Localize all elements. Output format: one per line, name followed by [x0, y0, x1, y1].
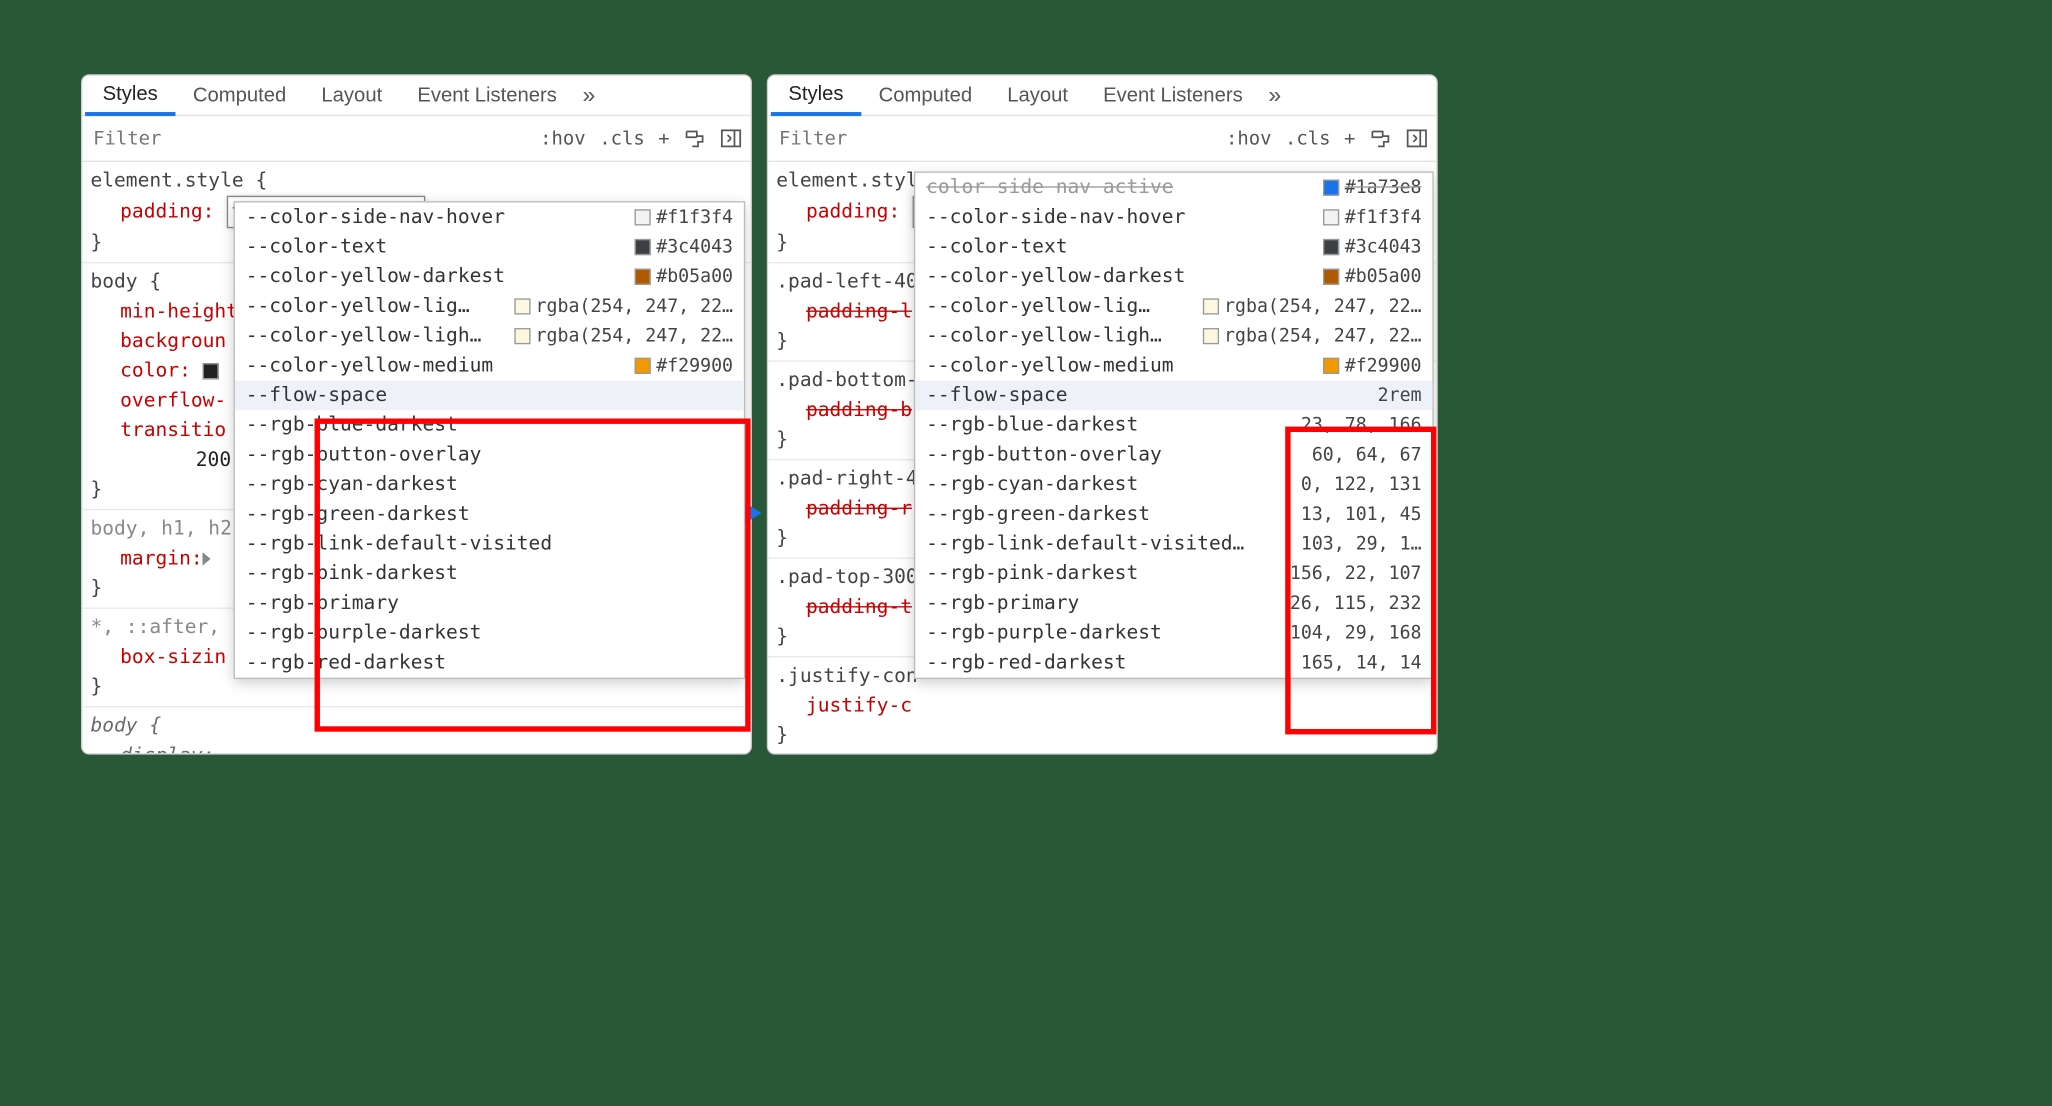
toggle-sidebar-icon[interactable] — [1405, 127, 1428, 150]
dropdown-item[interactable]: --flow-space2rem — [915, 381, 1432, 411]
dropdown-item[interactable]: --color-yellow-medium#f29900 — [235, 351, 744, 381]
prop-padding-bottom[interactable]: padding-b — [806, 400, 912, 422]
dropdown-item[interactable]: --rgb-cyan-darkest — [235, 470, 744, 500]
dropdown-item[interactable]: --rgb-purple-darkest104, 29, 168 — [915, 618, 1432, 648]
tab-bar: Styles Computed Layout Event Listeners » — [82, 76, 750, 117]
dropdown-item[interactable]: --rgb-red-darkest165, 14, 14 — [915, 648, 1432, 678]
styles-toolbar: :hov .cls + — [82, 116, 750, 162]
tab-more-icon[interactable]: » — [574, 75, 603, 116]
dropdown-item[interactable]: --rgb-red-darkest — [235, 648, 744, 678]
dropdown-item[interactable]: --color-side-nav-hover#f1f3f4 — [235, 203, 744, 233]
tab-layout[interactable]: Layout — [990, 75, 1086, 116]
body2-rule[interactable]: body { display: margin: — [82, 707, 750, 753]
dropdown-item[interactable]: --flow-space — [235, 381, 744, 411]
dropdown-item[interactable]: --rgb-button-overlay — [235, 440, 744, 470]
dropdown-item[interactable]: --rgb-primary — [235, 589, 744, 619]
dropdown-item[interactable]: --rgb-primary26, 115, 232 — [915, 589, 1432, 619]
paint-icon[interactable] — [1369, 127, 1392, 150]
tab-styles[interactable]: Styles — [771, 75, 861, 116]
dropdown-item[interactable]: --color-yellow-darkest#b05a00 — [915, 262, 1432, 292]
dropdown-item[interactable]: --color-yellow-darkest#b05a00 — [235, 262, 744, 292]
selector: element.style — [90, 170, 243, 192]
dropdown-item[interactable]: --color-text#3c4043 — [915, 232, 1432, 262]
tab-styles[interactable]: Styles — [85, 75, 175, 116]
dropdown-item[interactable]: --rgb-link-default-visited…103, 29, 1… — [915, 529, 1432, 559]
paint-icon[interactable] — [683, 127, 706, 150]
autocomplete-dropdown[interactable]: color side nav active#1a73e8 --color-sid… — [914, 171, 1434, 679]
hov-toggle[interactable]: :hov — [1226, 129, 1272, 148]
tab-bar: Styles Computed Layout Event Listeners » — [768, 76, 1436, 117]
dropdown-item[interactable]: --rgb-pink-darkest — [235, 559, 744, 589]
prop-padding-top[interactable]: padding-t — [806, 597, 912, 619]
tab-layout[interactable]: Layout — [304, 75, 400, 116]
dropdown-item[interactable]: --rgb-blue-darkest — [235, 410, 744, 440]
tab-computed[interactable]: Computed — [861, 75, 990, 116]
toggle-sidebar-icon[interactable] — [720, 127, 743, 150]
dropdown-item[interactable]: --rgb-link-default-visited — [235, 529, 744, 559]
filter-input[interactable] — [90, 126, 526, 150]
new-rule-button[interactable]: + — [658, 129, 669, 148]
tab-computed[interactable]: Computed — [175, 75, 304, 116]
cls-toggle[interactable]: .cls — [1285, 129, 1331, 148]
prop-justify[interactable]: justify-c — [776, 691, 1428, 721]
dropdown-item[interactable]: --color-yellow-ligh…rgba(254, 247, 22… — [235, 321, 744, 351]
prop-padding[interactable]: padding — [120, 201, 202, 223]
dropdown-item-truncated[interactable]: color side nav active#1a73e8 — [915, 173, 1432, 203]
tab-more-icon[interactable]: » — [1260, 75, 1289, 116]
dropdown-item[interactable]: --rgb-blue-darkest23, 78, 166 — [915, 410, 1432, 440]
dropdown-item[interactable]: --color-side-nav-hover#f1f3f4 — [915, 203, 1432, 233]
styles-body: element.style { padding: var(--color-bg)… — [82, 162, 750, 753]
styles-panel-after: Styles Computed Layout Event Listeners »… — [767, 74, 1438, 754]
styles-panel-before: Styles Computed Layout Event Listeners »… — [81, 74, 752, 754]
autocomplete-dropdown[interactable]: --color-side-nav-hover#f1f3f4 --color-te… — [234, 201, 746, 679]
styles-toolbar: :hov .cls + — [768, 116, 1436, 162]
prop-padding-right[interactable]: padding-r — [806, 498, 912, 520]
new-rule-button[interactable]: + — [1344, 129, 1355, 148]
hov-toggle[interactable]: :hov — [540, 129, 586, 148]
tab-event-listeners[interactable]: Event Listeners — [400, 75, 575, 116]
dropdown-item[interactable]: --rgb-purple-darkest — [235, 618, 744, 648]
expand-icon[interactable] — [203, 552, 211, 566]
styles-body: element.style { padding: var(--color-bg)… — [768, 162, 1436, 753]
dropdown-item[interactable]: --rgb-button-overlay60, 64, 67 — [915, 440, 1432, 470]
dropdown-item[interactable]: --color-yellow-lig…rgba(254, 247, 22… — [235, 292, 744, 322]
dropdown-item[interactable]: --rgb-green-darkest13, 101, 45 — [915, 500, 1432, 530]
tab-event-listeners[interactable]: Event Listeners — [1086, 75, 1261, 116]
dropdown-item[interactable]: --rgb-green-darkest — [235, 500, 744, 530]
dropdown-item[interactable]: --rgb-pink-darkest156, 22, 107 — [915, 559, 1432, 589]
dropdown-item[interactable]: --color-yellow-lig…rgba(254, 247, 22… — [915, 292, 1432, 322]
prop-display[interactable]: display: — [90, 741, 742, 753]
prop-padding-left[interactable]: padding-l — [806, 301, 912, 323]
dropdown-item[interactable]: --rgb-cyan-darkest0, 122, 131 — [915, 470, 1432, 500]
dropdown-item[interactable]: --color-text#3c4043 — [235, 232, 744, 262]
dropdown-item[interactable]: --color-yellow-medium#f29900 — [915, 351, 1432, 381]
filter-input[interactable] — [776, 126, 1212, 150]
cls-toggle[interactable]: .cls — [599, 129, 645, 148]
dropdown-item[interactable]: --color-yellow-ligh…rgba(254, 247, 22… — [915, 321, 1432, 351]
